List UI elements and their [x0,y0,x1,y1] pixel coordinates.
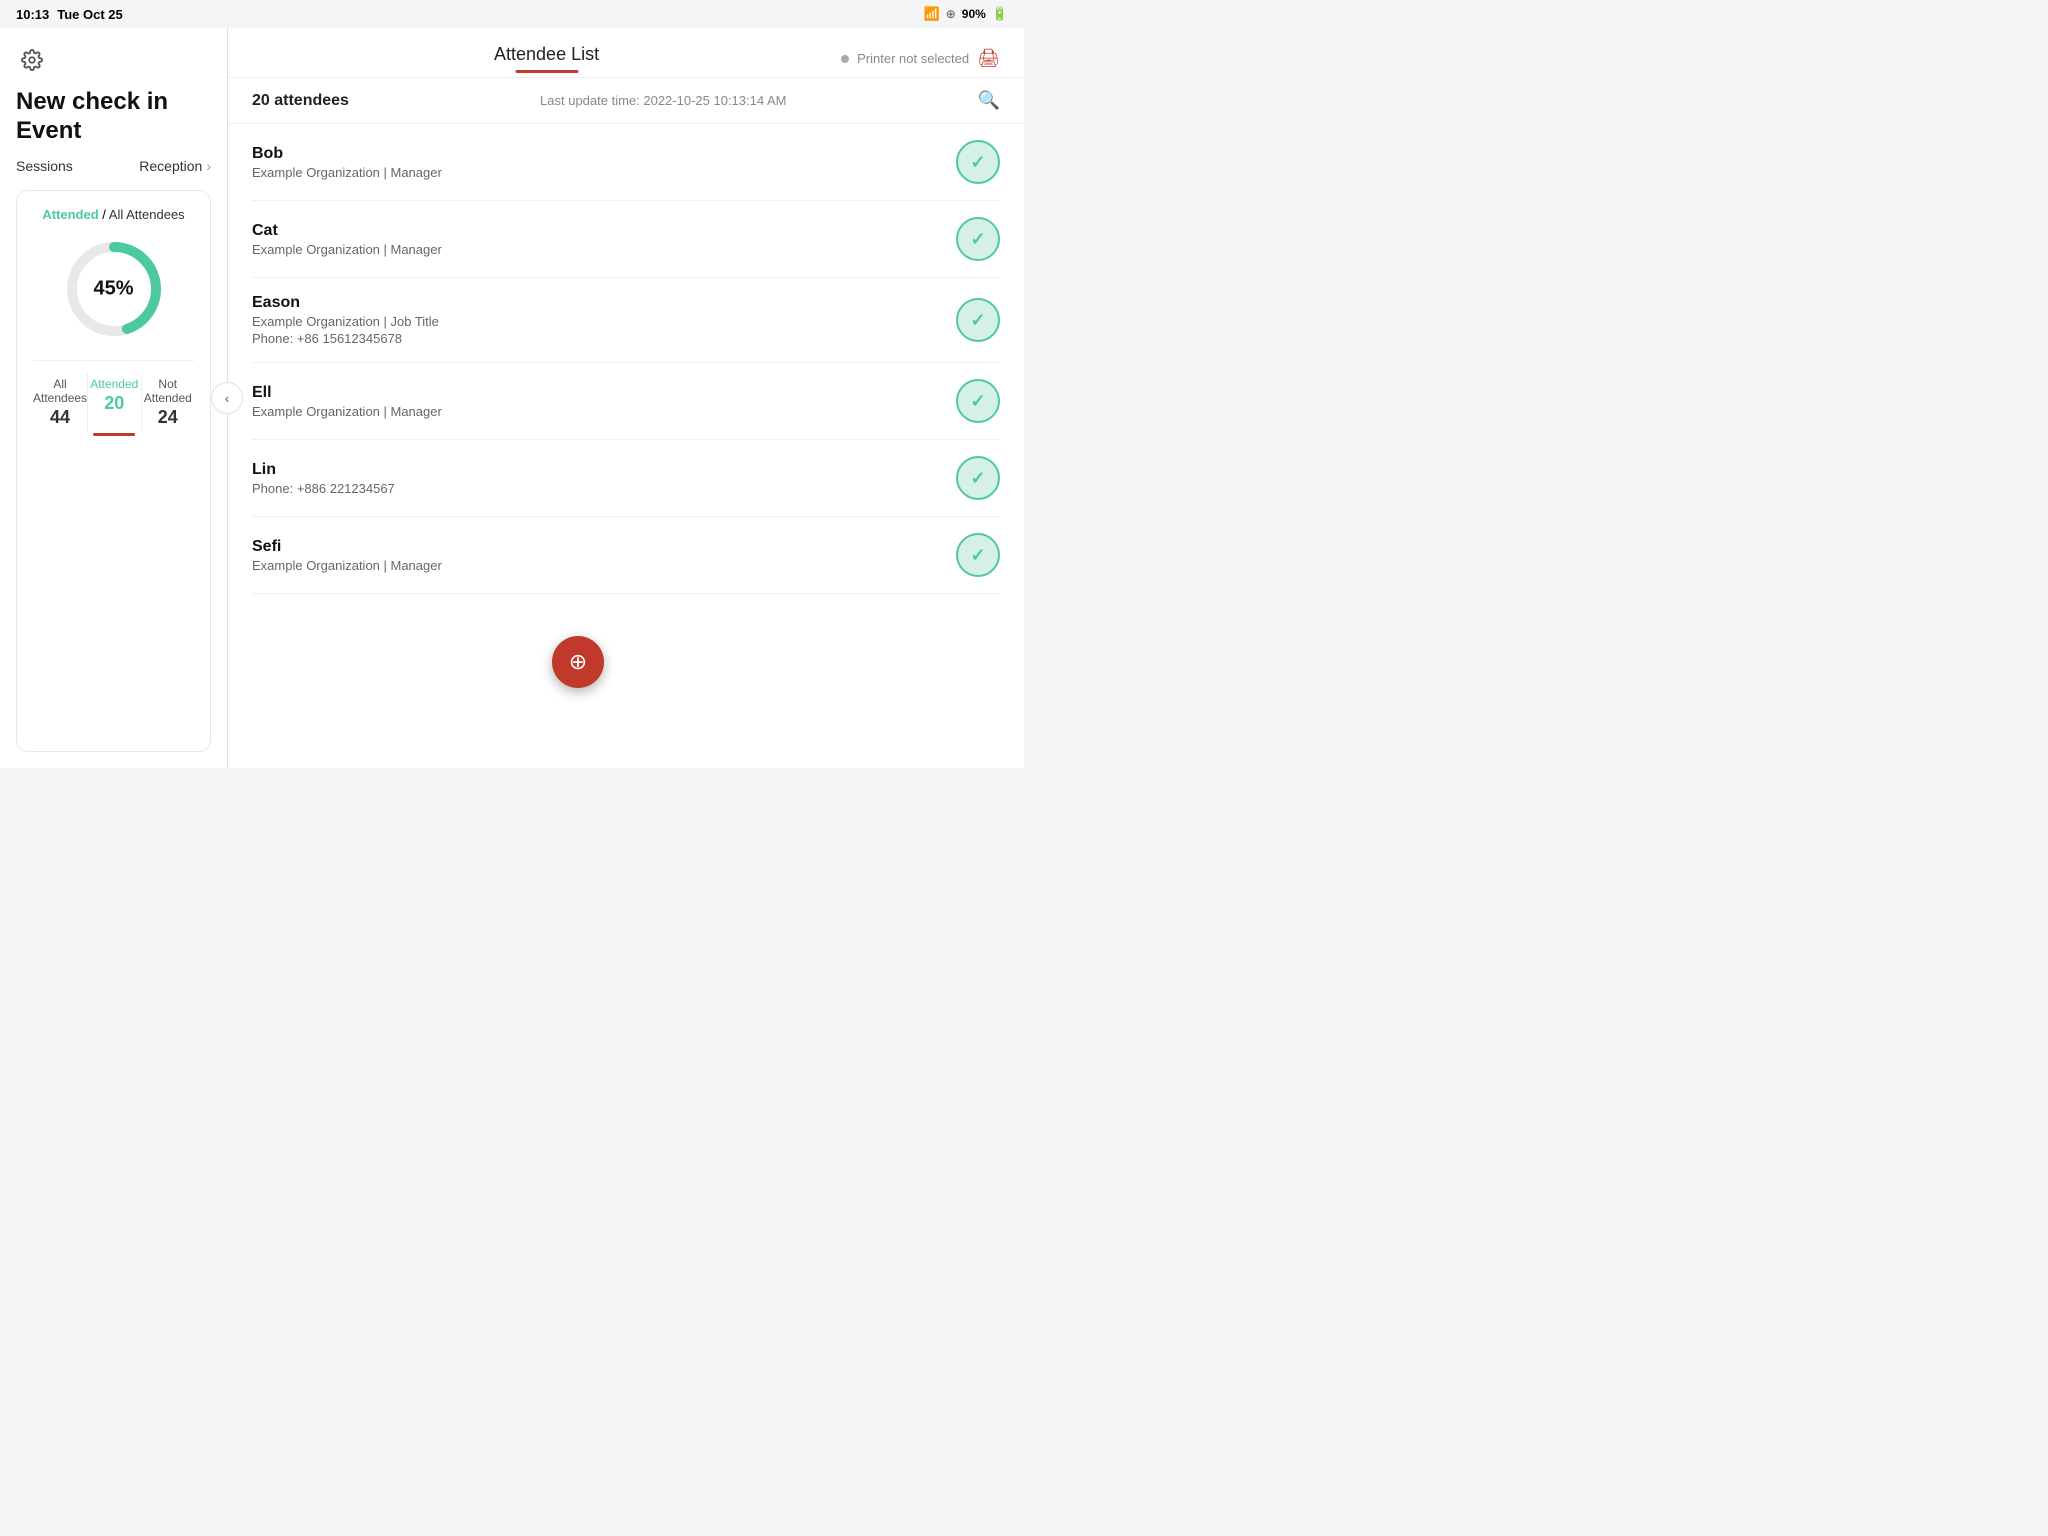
attendee-item-sefi: Sefi Example Organization | Manager ✓ [252,517,1000,594]
stats-header: Attended / All Attendees [33,207,194,222]
attendee-item-cat: Cat Example Organization | Manager ✓ [252,201,1000,278]
check-button-lin[interactable]: ✓ [956,456,1000,500]
location-icon: ⊕ [946,7,956,21]
attendee-name-bob: Bob [252,145,956,163]
attendee-item-lin: Lin Phone: +886 221234567 ✓ [252,440,1000,517]
donut-chart-container: 45% [33,234,194,344]
attendee-org-bob: Example Organization | Manager [252,165,956,180]
check-icon-lin: ✓ [970,468,985,489]
search-button[interactable]: 🔍 [978,90,1000,111]
all-attendees-header-label: All Attendees [109,207,185,222]
gear-icon [21,49,43,71]
check-button-bob[interactable]: ✓ [956,140,1000,184]
attendee-phone-eason: Phone: +86 15612345678 [252,331,956,346]
all-tab-value: 44 [33,407,87,428]
attended-tab[interactable]: Attended 20 [88,373,140,432]
check-icon-cat: ✓ [970,229,985,250]
attendee-count: 20 attendees [252,92,349,110]
attended-tab-value: 20 [88,393,140,414]
check-icon-ell: ✓ [970,391,985,412]
status-bar: 10:13 Tue Oct 25 📶 ⊕ 90% 🔋 [0,0,1024,28]
attendee-org-ell: Example Organization | Manager [252,404,956,419]
check-icon-sefi: ✓ [970,545,985,566]
status-time: 10:13 [16,7,49,22]
status-date: Tue Oct 25 [57,7,123,22]
fab-button[interactable]: ⊕ [552,636,604,688]
printer-icon[interactable]: 🖨 [977,48,1000,69]
event-title: New check in Event [16,88,211,146]
attendee-info-eason: Eason Example Organization | Job Title P… [252,294,956,346]
printer-row: Printer not selected 🖨 [841,48,1000,69]
wifi-icon: 📶 [924,6,940,22]
not-attended-tab-label: Not Attended [142,377,194,405]
battery-percentage: 90% [962,7,986,21]
not-attended-tab-value: 24 [142,407,194,428]
settings-button[interactable] [16,44,48,76]
check-button-sefi[interactable]: ✓ [956,533,1000,577]
donut-percentage: 45% [93,277,133,300]
attendee-name-lin: Lin [252,461,956,479]
tab-active-indicator [93,433,135,436]
all-tab-label: All Attendees [33,377,87,405]
header-title-row: Attendee List Printer not selected 🖨 [252,44,1000,73]
attendee-phone-lin: Phone: +886 221234567 [252,481,956,496]
check-button-eason[interactable]: ✓ [956,298,1000,342]
attendee-item-bob: Bob Example Organization | Manager ✓ [252,124,1000,201]
attendee-name-eason: Eason [252,294,956,312]
stats-card: Attended / All Attendees 45% [16,190,211,752]
attendee-name-cat: Cat [252,222,956,240]
attendee-item-ell: Ell Example Organization | Manager ✓ [252,363,1000,440]
attendee-info-cat: Cat Example Organization | Manager [252,222,956,257]
stats-divider [33,360,194,361]
attendee-org-eason: Example Organization | Job Title [252,314,956,329]
stats-tabs: All Attendees 44 Attended 20 Not Attende… [33,373,194,432]
check-button-ell[interactable]: ✓ [956,379,1000,423]
right-panel: Attendee List Printer not selected 🖨 20 … [228,28,1024,768]
right-header: Attendee List Printer not selected 🖨 [228,28,1024,78]
attendee-list: Bob Example Organization | Manager ✓ Cat… [228,124,1024,768]
attendee-name-ell: Ell [252,384,956,402]
not-attended-tab[interactable]: Not Attended 24 [142,373,194,432]
attendee-org-sefi: Example Organization | Manager [252,558,956,573]
all-attendees-tab[interactable]: All Attendees 44 [33,373,87,432]
sessions-label: Sessions [16,158,73,174]
reception-button[interactable]: Reception › [139,158,211,174]
app-container: New check in Event Sessions Reception › … [0,28,1024,768]
last-update-text: Last update time: 2022-10-25 10:13:14 AM [540,93,786,108]
attended-header-label: Attended [42,207,98,222]
check-icon-bob: ✓ [970,152,985,173]
attendee-org-cat: Example Organization | Manager [252,242,956,257]
attendee-item-eason: Eason Example Organization | Job Title P… [252,278,1000,363]
collapse-panel-button[interactable]: ‹ [211,382,243,414]
attendee-meta-row: 20 attendees Last update time: 2022-10-2… [228,78,1024,124]
attendee-info-ell: Ell Example Organization | Manager [252,384,956,419]
attended-tab-label: Attended [88,377,140,391]
printer-status-text: Printer not selected [857,51,969,66]
check-button-cat[interactable]: ✓ [956,217,1000,261]
left-panel: New check in Event Sessions Reception › … [0,28,228,768]
attendee-name-sefi: Sefi [252,538,956,556]
donut-chart: 45% [59,234,169,344]
attendee-info-sefi: Sefi Example Organization | Manager [252,538,956,573]
battery-icon: 🔋 [992,6,1008,22]
attendee-info-bob: Bob Example Organization | Manager [252,145,956,180]
reception-label: Reception [139,158,202,174]
attendee-info-lin: Lin Phone: +886 221234567 [252,461,956,496]
printer-status-dot [841,55,849,63]
attendee-list-title: Attendee List [494,44,599,73]
chevron-right-icon: › [206,158,211,174]
check-icon-eason: ✓ [970,310,985,331]
fab-icon: ⊕ [569,649,587,675]
sessions-row: Sessions Reception › [16,158,211,174]
